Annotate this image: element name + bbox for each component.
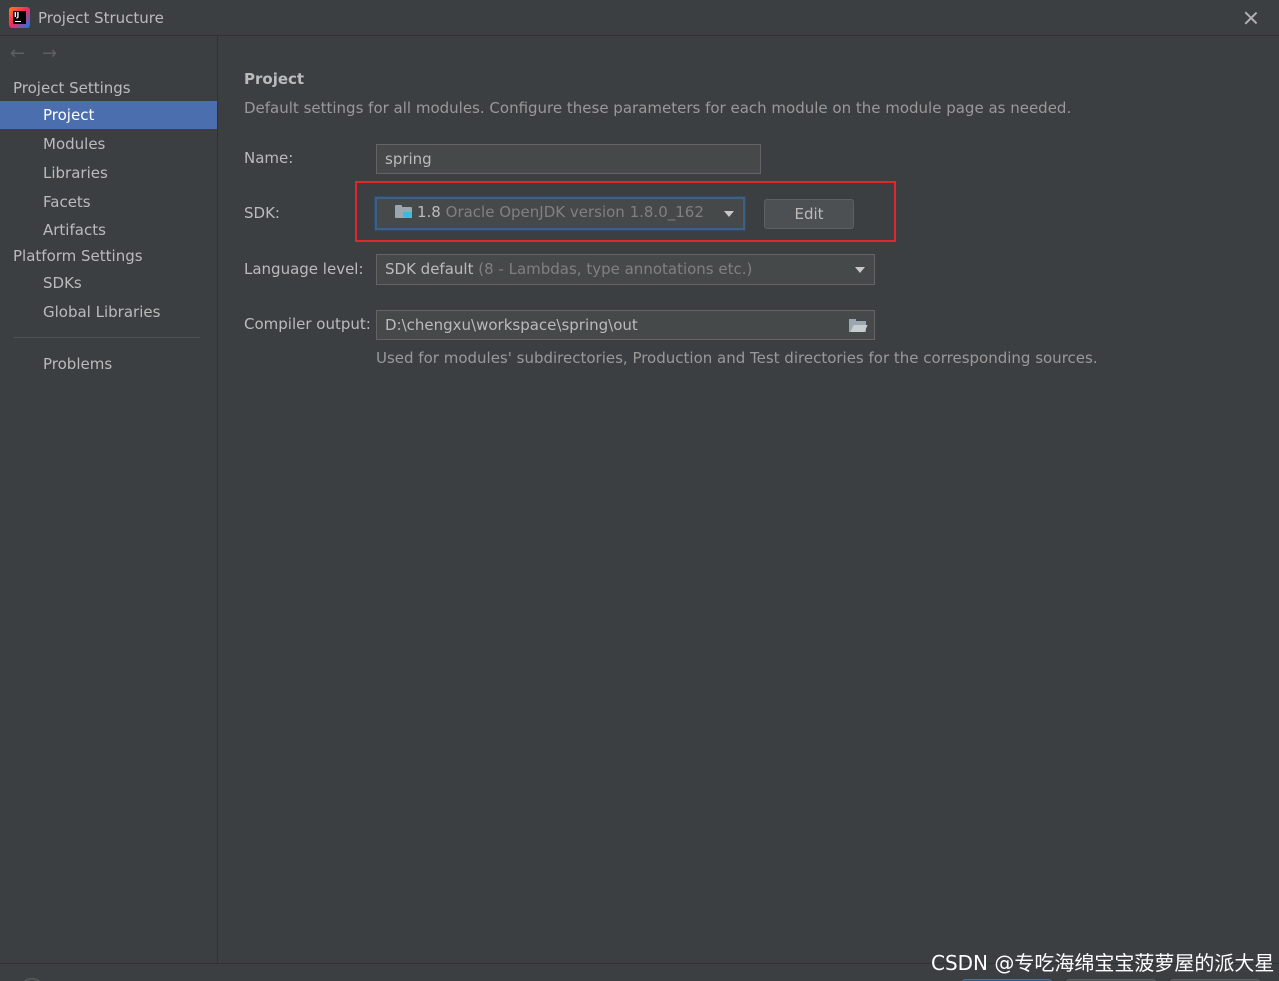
- project-structure-dialog: IJ Project Structure ← → Project Setting…: [0, 0, 1279, 981]
- project-settings-panel: Project Default settings for all modules…: [219, 36, 1279, 963]
- sidebar-item-modules[interactable]: Modules: [0, 130, 217, 158]
- language-level-label: Language level:: [244, 260, 364, 278]
- chevron-down-icon: [855, 267, 865, 273]
- csdn-watermark: CSDN @专吃海绵宝宝菠萝屋的派大星: [931, 951, 1275, 975]
- compiler-output-hint: Used for modules' subdirectories, Produc…: [376, 349, 1098, 367]
- sdk-label: SDK:: [244, 204, 280, 222]
- page-title: Project: [244, 70, 305, 88]
- intellij-logo-icon: IJ: [9, 7, 30, 28]
- sidebar-item-project[interactable]: Project: [0, 101, 217, 129]
- sidebar-item-libraries[interactable]: Libraries: [0, 159, 217, 187]
- language-level-detail: (8 - Lambdas, type annotations etc.): [478, 260, 753, 278]
- back-arrow-icon[interactable]: ←: [10, 44, 30, 64]
- compiler-output-path: D:\chengxu\workspace\spring\out: [385, 316, 638, 334]
- compiler-output-field[interactable]: D:\chengxu\workspace\spring\out: [376, 310, 875, 340]
- language-level-value: SDK default: [385, 260, 474, 278]
- language-level-select[interactable]: SDK default (8 - Lambdas, type annotatio…: [376, 254, 875, 285]
- settings-sidebar: ← → Project Settings Project Modules Lib…: [0, 36, 218, 963]
- sdk-highlight-box: [355, 181, 896, 242]
- close-icon[interactable]: [1241, 8, 1261, 28]
- sidebar-item-facets[interactable]: Facets: [0, 188, 217, 216]
- project-name-input[interactable]: spring: [376, 144, 761, 174]
- window-title: Project Structure: [38, 9, 164, 27]
- sidebar-item-problems[interactable]: Problems: [0, 350, 217, 378]
- forward-arrow-icon[interactable]: →: [42, 44, 62, 64]
- platform-settings-header: Platform Settings: [13, 247, 143, 265]
- title-bar: IJ Project Structure: [0, 0, 1279, 36]
- name-label: Name:: [244, 149, 294, 167]
- sidebar-item-sdks[interactable]: SDKs: [0, 269, 217, 297]
- sidebar-item-artifacts[interactable]: Artifacts: [0, 216, 217, 244]
- page-description: Default settings for all modules. Config…: [244, 99, 1072, 117]
- compiler-output-label: Compiler output:: [244, 315, 371, 333]
- sidebar-divider: [14, 337, 200, 338]
- browse-folder-icon[interactable]: [849, 319, 868, 332]
- sidebar-item-global-libraries[interactable]: Global Libraries: [0, 298, 217, 326]
- project-settings-header: Project Settings: [13, 79, 131, 97]
